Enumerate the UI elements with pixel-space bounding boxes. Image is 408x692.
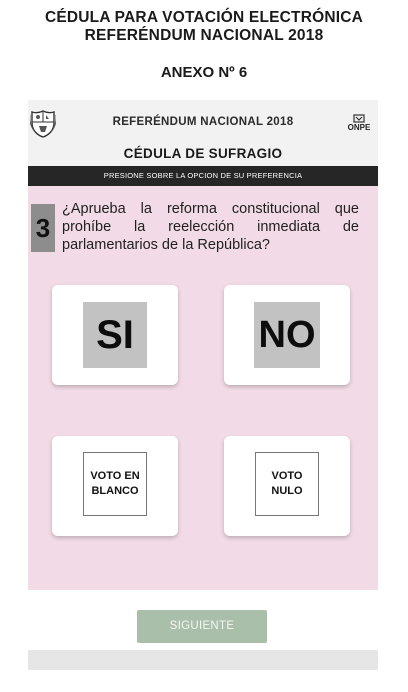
option-no-label: NO xyxy=(254,302,320,368)
option-yes-button[interactable]: SI xyxy=(52,285,178,385)
question-text: ¿Aprueba la reforma constitucional que p… xyxy=(62,201,359,253)
option-yes-label: SI xyxy=(83,302,147,368)
document-title-line2: REFERÉNDUM NACIONAL 2018 xyxy=(84,27,324,44)
ballot-header-title: REFERÉNDUM NACIONAL 2018 xyxy=(112,116,294,128)
option-blank-vote-line1: VOTO EN xyxy=(90,470,140,482)
option-no-button[interactable]: NO xyxy=(224,285,350,385)
onpe-logo-text: ONPE xyxy=(347,123,371,132)
option-null-vote-line1: VOTO xyxy=(271,470,303,482)
option-null-vote-line2: NULO xyxy=(271,485,303,497)
footer-bar xyxy=(28,650,378,670)
onpe-logo-icon: ONPE xyxy=(344,114,374,138)
option-blank-vote-box: VOTO EN BLANCO xyxy=(83,452,147,516)
option-blank-vote-line2: BLANCO xyxy=(91,485,139,497)
option-blank-vote-button[interactable]: VOTO EN BLANCO xyxy=(52,436,178,536)
option-null-vote-box: VOTO NULO xyxy=(255,452,319,516)
ballot-question-area: 3 ¿Aprueba la reforma constitucional que… xyxy=(28,186,378,590)
ballot-header: REFERÉNDUM NACIONAL 2018 ONPE CÉDULA DE … xyxy=(28,100,378,166)
question-number: 3 xyxy=(31,204,55,252)
option-null-vote-button[interactable]: VOTO NULO xyxy=(224,436,350,536)
document-title-line1: CÉDULA PARA VOTACIÓN ELECTRÓNICA xyxy=(44,9,364,26)
document-title: CÉDULA PARA VOTACIÓN ELECTRÓNICA REFERÉN… xyxy=(0,9,408,45)
next-button[interactable]: SIGUIENTE xyxy=(137,610,267,643)
annex-label: ANEXO Nº 6 xyxy=(160,64,248,81)
instruction-bar: PRESIONE SOBRE LA OPCION DE SU PREFERENC… xyxy=(28,166,378,186)
ballot-subtitle: CÉDULA DE SUFRAGIO xyxy=(123,146,283,161)
